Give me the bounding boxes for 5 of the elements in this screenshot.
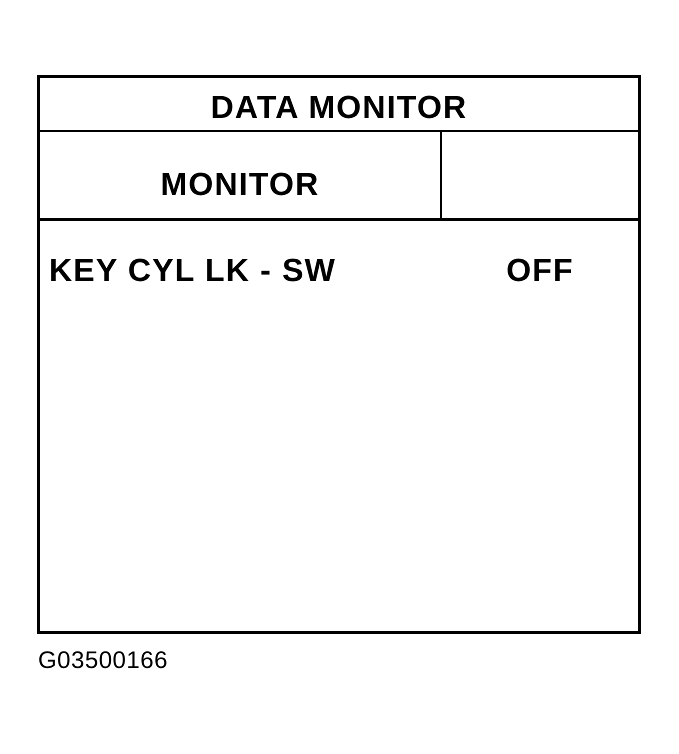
figure-code: G03500166 bbox=[37, 649, 168, 673]
table-title: DATA MONITOR bbox=[210, 91, 468, 123]
column-header: MONITOR bbox=[160, 168, 320, 200]
signal-name: KEY CYL LK - SW bbox=[48, 254, 336, 286]
signal-value: OFF bbox=[506, 254, 574, 286]
